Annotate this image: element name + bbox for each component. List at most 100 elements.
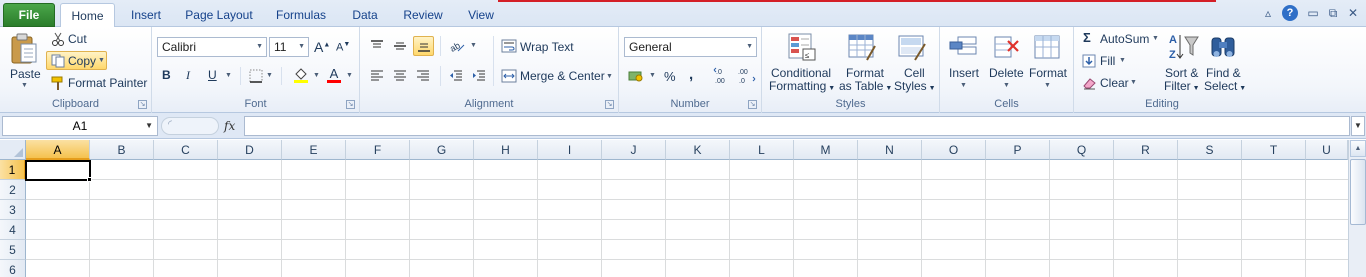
name-box[interactable]: A1 ▼ xyxy=(2,116,158,136)
fill-color-icon[interactable] xyxy=(292,66,310,84)
select-all-button[interactable] xyxy=(0,140,26,160)
cut-button[interactable]: Cut xyxy=(68,32,87,46)
align-center-icon[interactable] xyxy=(391,67,409,85)
insert-function-icon[interactable]: fx xyxy=(224,119,235,133)
percent-button[interactable]: % xyxy=(664,69,676,84)
underline-button[interactable]: U xyxy=(208,68,217,82)
align-top-icon[interactable] xyxy=(368,37,386,55)
format-button[interactable]: Format xyxy=(1029,66,1067,80)
column-header-l[interactable]: L xyxy=(730,140,794,160)
scroll-up-icon[interactable]: ▲ xyxy=(1350,140,1366,157)
italic-button[interactable]: I xyxy=(186,68,190,83)
column-header-r[interactable]: R xyxy=(1114,140,1178,160)
align-left-icon[interactable] xyxy=(368,67,386,85)
row-header-3[interactable]: 3 xyxy=(0,200,26,220)
delete-dropdown-icon[interactable]: ▼ xyxy=(1003,82,1010,89)
align-bottom-icon[interactable] xyxy=(413,36,434,56)
copy-dropdown-icon[interactable]: ▼ xyxy=(98,57,105,64)
column-header-f[interactable]: F xyxy=(346,140,410,160)
column-header-d[interactable]: D xyxy=(218,140,282,160)
fill-down-icon[interactable] xyxy=(1081,53,1097,69)
insert-dropdown-icon[interactable]: ▼ xyxy=(960,82,967,89)
conditional-formatting-icon[interactable]: ≤ xyxy=(785,31,817,63)
font-name-input[interactable]: Calibri ▼ xyxy=(157,37,267,57)
copy-icon[interactable] xyxy=(50,53,66,69)
alignment-launcher-icon[interactable]: ↘ xyxy=(605,100,614,109)
chevron-down-icon[interactable]: ▼ xyxy=(145,117,153,135)
font-color-icon[interactable]: A xyxy=(326,66,342,84)
format-as-table-button[interactable]: as Table ▼ xyxy=(839,79,892,93)
tab-insert[interactable]: Insert xyxy=(122,3,170,27)
conditional-formatting-button[interactable]: Formatting ▼ xyxy=(769,79,835,93)
column-header-h[interactable]: H xyxy=(474,140,538,160)
sort-filter-icon[interactable]: AZ xyxy=(1166,30,1200,64)
tab-review[interactable]: Review xyxy=(396,3,450,27)
copy-button[interactable]: Copy xyxy=(68,54,96,68)
underline-dropdown-icon[interactable]: ▼ xyxy=(225,72,232,79)
column-header-c[interactable]: C xyxy=(154,140,218,160)
fill-button[interactable]: Fill xyxy=(1100,54,1115,68)
conditional-formatting-line1[interactable]: Conditional xyxy=(771,66,831,80)
wrap-text-button[interactable]: Wrap Text xyxy=(520,40,574,54)
wrap-text-icon[interactable] xyxy=(500,38,518,54)
bold-button[interactable]: B xyxy=(162,68,171,82)
formula-bar-splitter[interactable]: ◜ xyxy=(161,117,219,135)
decrease-indent-icon[interactable] xyxy=(447,67,465,85)
paste-button[interactable]: Paste xyxy=(10,67,41,81)
minimize-ribbon-icon[interactable]: ▵ xyxy=(1260,5,1276,21)
expand-formula-bar-icon[interactable]: ▼ xyxy=(1351,116,1365,136)
merge-center-button[interactable]: Merge & Center xyxy=(520,69,605,83)
decrease-decimal-icon[interactable]: .00.0 xyxy=(736,66,756,86)
column-header-s[interactable]: S xyxy=(1178,140,1242,160)
cell-styles-line1[interactable]: Cell xyxy=(904,66,925,80)
autosum-button[interactable]: AutoSum xyxy=(1100,32,1149,46)
tab-data[interactable]: Data xyxy=(342,3,388,27)
minimize-window-icon[interactable]: ▭ xyxy=(1305,5,1321,21)
cut-icon[interactable] xyxy=(50,31,66,47)
align-right-icon[interactable] xyxy=(414,67,432,85)
column-header-o[interactable]: O xyxy=(922,140,986,160)
row-header-2[interactable]: 2 xyxy=(0,180,26,200)
number-format-select[interactable]: General ▼ xyxy=(624,37,757,57)
sort-filter-line1[interactable]: Sort & xyxy=(1165,66,1198,80)
insert-cells-icon[interactable] xyxy=(947,31,979,63)
column-header-t[interactable]: T xyxy=(1242,140,1306,160)
merge-center-dropdown-icon[interactable]: ▼ xyxy=(606,73,613,80)
tab-page-layout[interactable]: Page Layout xyxy=(178,3,260,27)
borders-dropdown-icon[interactable]: ▼ xyxy=(266,72,273,79)
format-painter-icon[interactable] xyxy=(50,75,66,91)
column-header-e[interactable]: E xyxy=(282,140,346,160)
fill-color-dropdown-icon[interactable]: ▼ xyxy=(313,72,320,79)
tab-home[interactable]: Home xyxy=(60,3,115,28)
formula-input[interactable] xyxy=(244,116,1350,136)
row-header-1[interactable]: 1 xyxy=(0,160,26,180)
cell-styles-button[interactable]: Styles ▼ xyxy=(894,79,936,93)
tab-formulas[interactable]: Formulas xyxy=(268,3,334,27)
increase-decimal-icon[interactable]: .0.00 xyxy=(713,66,733,86)
fill-dropdown-icon[interactable]: ▼ xyxy=(1119,57,1126,64)
format-as-table-icon[interactable] xyxy=(846,31,878,63)
font-size-input[interactable]: 11 ▼ xyxy=(269,37,309,57)
column-header-b[interactable]: B xyxy=(90,140,154,160)
shrink-font-button[interactable]: A▼ xyxy=(336,41,350,54)
restore-window-icon[interactable]: ⧉ xyxy=(1325,5,1341,21)
clear-button[interactable]: Clear xyxy=(1100,76,1129,90)
scroll-thumb[interactable] xyxy=(1350,159,1366,225)
number-launcher-icon[interactable]: ↘ xyxy=(748,100,757,109)
active-cell-a1[interactable] xyxy=(25,160,91,181)
font-launcher-icon[interactable]: ↘ xyxy=(346,100,355,109)
tab-view[interactable]: View xyxy=(458,3,504,27)
file-tab[interactable]: File xyxy=(3,3,55,27)
font-color-dropdown-icon[interactable]: ▼ xyxy=(346,72,353,79)
align-middle-icon[interactable] xyxy=(391,37,409,55)
column-header-a[interactable]: A xyxy=(26,140,90,160)
column-header-i[interactable]: I xyxy=(538,140,602,160)
binoculars-icon[interactable] xyxy=(1206,30,1240,64)
format-dropdown-icon[interactable]: ▼ xyxy=(1044,82,1051,89)
delete-button[interactable]: Delete xyxy=(989,66,1024,80)
format-painter-button[interactable]: Format Painter xyxy=(68,76,147,90)
find-select-button[interactable]: Select ▼ xyxy=(1204,79,1246,93)
paste-icon[interactable] xyxy=(8,31,40,65)
vertical-scrollbar[interactable]: ▲ xyxy=(1348,140,1366,277)
eraser-icon[interactable] xyxy=(1081,75,1097,91)
